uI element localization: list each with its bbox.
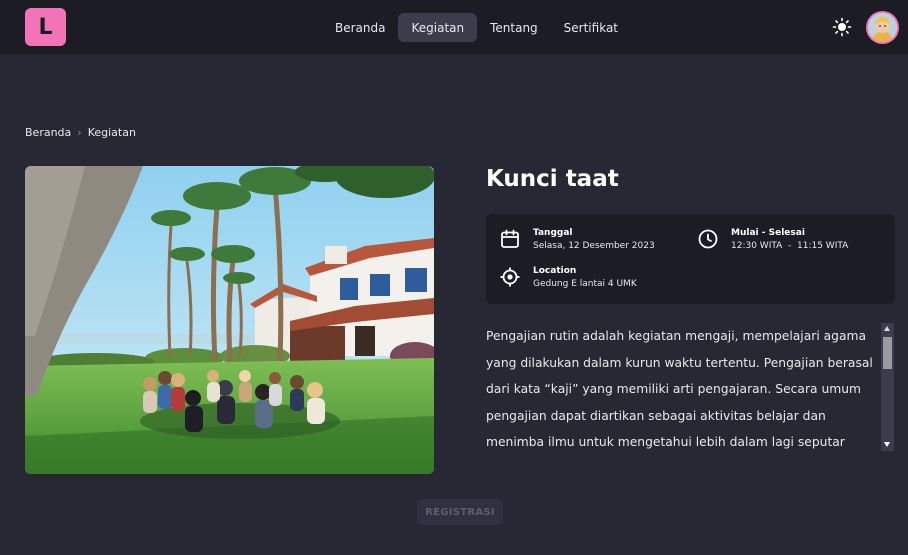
- location-value: Gedung E lantai 4 UMK: [533, 279, 637, 289]
- location-target-icon: [500, 267, 520, 287]
- event-photo: [25, 166, 434, 474]
- breadcrumb-current: Kegiatan: [87, 126, 136, 139]
- nav-link-tentang[interactable]: Tentang: [477, 13, 551, 42]
- scroll-up-arrow-icon[interactable]: [884, 326, 890, 331]
- scroll-down-arrow-icon[interactable]: [884, 442, 890, 447]
- nav-link-kegiatan[interactable]: Kegiatan: [398, 13, 478, 42]
- sun-icon[interactable]: [832, 17, 852, 37]
- time-value: 12:30 WITA - 11:15 WITA: [731, 241, 849, 251]
- date-label: Tanggal: [533, 228, 573, 238]
- breadcrumb-home[interactable]: Beranda: [25, 126, 71, 139]
- location-label: Location: [533, 266, 577, 276]
- description-scrollbar[interactable]: [881, 323, 894, 451]
- event-title: Kunci taat: [486, 166, 619, 192]
- nav-link-sertifikat[interactable]: Sertifikat: [551, 13, 631, 42]
- register-button[interactable]: REGISTRASI: [417, 499, 503, 525]
- breadcrumb: Beranda › Kegiatan: [25, 126, 136, 139]
- navbar: L Beranda Kegiatan Tentang Sertifikat: [0, 0, 908, 54]
- calendar-icon: [501, 229, 519, 248]
- event-info-card: Tanggal Selasa, 12 Desember 2023 Mulai -…: [486, 214, 895, 304]
- event-description[interactable]: Pengajian rutin adalah kegiatan mengaji,…: [486, 323, 880, 451]
- location-info: Location Gedung E lantai 4 UMK: [499, 266, 637, 291]
- avatar-image: [868, 13, 897, 42]
- date-info: Tanggal Selasa, 12 Desember 2023: [499, 228, 655, 253]
- app-logo[interactable]: L: [25, 8, 66, 46]
- scroll-thumb[interactable]: [883, 337, 892, 369]
- user-avatar[interactable]: [866, 11, 899, 44]
- time-label: Mulai - Selesai: [731, 228, 805, 238]
- clock-icon: [698, 229, 718, 249]
- nav-link-beranda[interactable]: Beranda: [322, 13, 398, 42]
- date-value: Selasa, 12 Desember 2023: [533, 241, 655, 251]
- chevron-right-icon: ›: [77, 126, 82, 139]
- main-nav: Beranda Kegiatan Tentang Sertifikat: [322, 13, 631, 42]
- time-info: Mulai - Selesai 12:30 WITA - 11:15 WITA: [697, 228, 848, 253]
